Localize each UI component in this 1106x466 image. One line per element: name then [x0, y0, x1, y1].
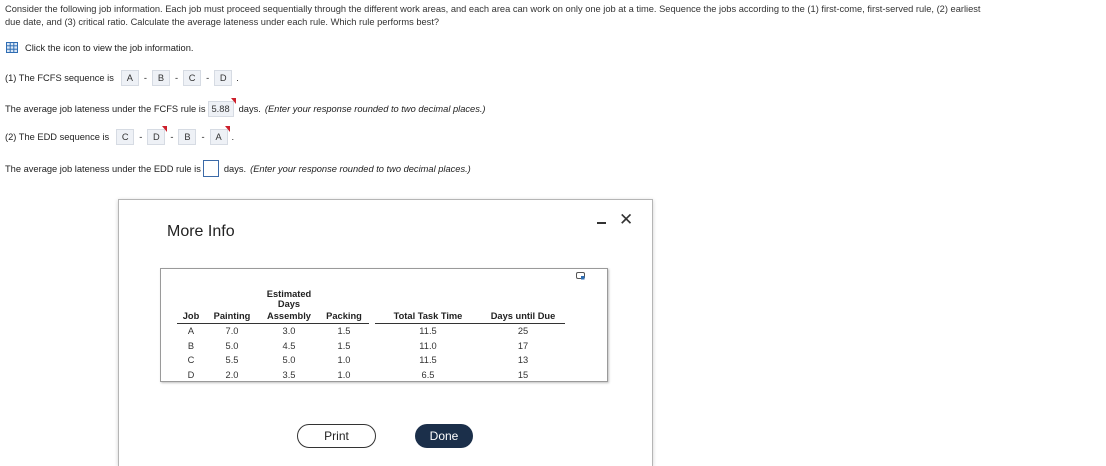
- fcfs-average-line: The average job lateness under the FCFS …: [5, 98, 486, 117]
- edd-seq-value-2: D: [152, 132, 160, 142]
- question-line-1: Consider the following job information. …: [5, 4, 981, 14]
- cell-days-until-due: 15: [517, 369, 529, 380]
- edd-sequence-end: .: [231, 132, 235, 142]
- fcfs-average-prefix: The average job lateness under the FCFS …: [5, 104, 206, 114]
- question-text: Consider the following job information. …: [5, 3, 1105, 29]
- incorrect-flag-icon: [230, 98, 236, 104]
- table-row: A 7.0 3.0 1.5 11.5 25: [177, 324, 565, 339]
- fcfs-sequence-line: (1) The FCFS sequence is A - B - C - D .: [5, 70, 239, 86]
- fcfs-average-answer[interactable]: 5.88: [207, 98, 236, 117]
- incorrect-flag-icon: [162, 126, 168, 132]
- cell-job: A: [187, 326, 195, 337]
- cell-assembly: 4.5: [282, 340, 296, 351]
- column-header-total-task-time: Total Task Time: [375, 309, 481, 324]
- job-info-label: Click the icon to view the job informati…: [25, 42, 194, 53]
- cell-painting: 5.0: [225, 340, 239, 351]
- more-info-dialog: More Info ✕ Estimated Days Job Painting …: [118, 199, 653, 466]
- group-header: Estimated Days: [266, 289, 312, 309]
- minimize-icon[interactable]: [597, 222, 606, 224]
- done-button[interactable]: Done: [415, 424, 473, 448]
- job-rows: A 7.0 3.0 1.5 11.5 25 B 5.0 4.5 1.5 11.0 17 C 5.5 5.0 1…: [177, 324, 565, 383]
- table-row: D 2.0 3.5 1.0 6.5 15: [177, 368, 565, 383]
- fcfs-average-unit: days.: [238, 104, 261, 114]
- print-button[interactable]: Print: [297, 424, 376, 448]
- fcfs-seq-answer-3[interactable]: C: [183, 70, 202, 86]
- cell-painting: 2.0: [225, 369, 239, 380]
- edd-average-line: The average job lateness under the EDD r…: [5, 160, 471, 177]
- cell-job: B: [187, 340, 195, 351]
- fcfs-average-value: 5.88: [211, 104, 230, 114]
- cell-packing: 1.5: [337, 326, 351, 337]
- column-header-days-until-due: Days until Due: [481, 309, 565, 324]
- cell-job: C: [187, 355, 195, 366]
- job-info-link[interactable]: Click the icon to view the job informati…: [6, 42, 193, 53]
- edd-average-input[interactable]: [202, 160, 219, 177]
- fcfs-seq-answer-1[interactable]: A: [120, 70, 139, 86]
- cell-assembly: 3.0: [282, 326, 296, 337]
- table-grid-icon[interactable]: [6, 42, 18, 53]
- cell-job: D: [187, 369, 195, 380]
- edd-seq-value-4: A: [215, 132, 222, 142]
- cell-total-task-time: 11.0: [419, 340, 437, 351]
- cell-days-until-due: 13: [517, 355, 529, 366]
- cell-packing: 1.0: [337, 355, 351, 366]
- question-line-2: due date, and (3) critical ratio. Calcul…: [5, 17, 440, 27]
- edd-sequence-line: (2) The EDD sequence is C - D - B - A .: [5, 126, 235, 145]
- table-row: B 5.0 4.5 1.5 11.0 17: [177, 339, 565, 354]
- column-header-job: Job: [177, 309, 205, 324]
- table-row: C 5.5 5.0 1.0 11.5 13: [177, 353, 565, 368]
- dialog-title: More Info: [167, 223, 235, 240]
- edd-seq-answer-1[interactable]: C: [116, 129, 135, 145]
- edd-sequence-prefix: (2) The EDD sequence is: [5, 132, 110, 142]
- cell-total-task-time: 6.5: [421, 369, 435, 380]
- fcfs-sequence-end: .: [236, 73, 239, 83]
- cell-assembly: 5.0: [282, 355, 296, 366]
- fcfs-seq-answer-4[interactable]: D: [214, 70, 233, 86]
- fcfs-average-hint: (Enter your response rounded to two deci…: [264, 104, 486, 114]
- cell-packing: 1.5: [337, 340, 351, 351]
- copy-icon[interactable]: [576, 272, 585, 280]
- cell-packing: 1.0: [337, 369, 351, 380]
- cell-total-task-time: 11.5: [419, 355, 437, 366]
- job-info-table: Estimated Days Job Painting Assembly Pac…: [177, 289, 565, 382]
- column-header-assembly: Assembly: [259, 309, 319, 324]
- cell-painting: 5.5: [225, 355, 239, 366]
- cell-painting: 7.0: [225, 326, 239, 337]
- edd-average-unit: days.: [223, 163, 247, 174]
- cell-total-task-time: 11.5: [419, 326, 437, 337]
- cell-assembly: 3.5: [282, 369, 296, 380]
- cell-days-until-due: 17: [517, 340, 529, 351]
- column-header-packing: Packing: [319, 309, 369, 324]
- fcfs-seq-answer-2[interactable]: B: [151, 70, 170, 86]
- fcfs-sequence-prefix: (1) The FCFS sequence is: [5, 73, 114, 83]
- edd-average-prefix: The average job lateness under the EDD r…: [5, 163, 201, 174]
- edd-seq-answer-4[interactable]: A: [209, 126, 230, 145]
- incorrect-flag-icon: [224, 126, 230, 132]
- close-icon[interactable]: ✕: [619, 211, 633, 229]
- edd-average-hint: (Enter your response rounded to two deci…: [250, 163, 471, 174]
- cell-days-until-due: 25: [517, 326, 529, 337]
- edd-seq-answer-2[interactable]: D: [147, 126, 168, 145]
- edd-seq-answer-3[interactable]: B: [178, 129, 197, 145]
- job-info-table-panel: Estimated Days Job Painting Assembly Pac…: [160, 268, 608, 382]
- column-header-painting: Painting: [205, 309, 259, 324]
